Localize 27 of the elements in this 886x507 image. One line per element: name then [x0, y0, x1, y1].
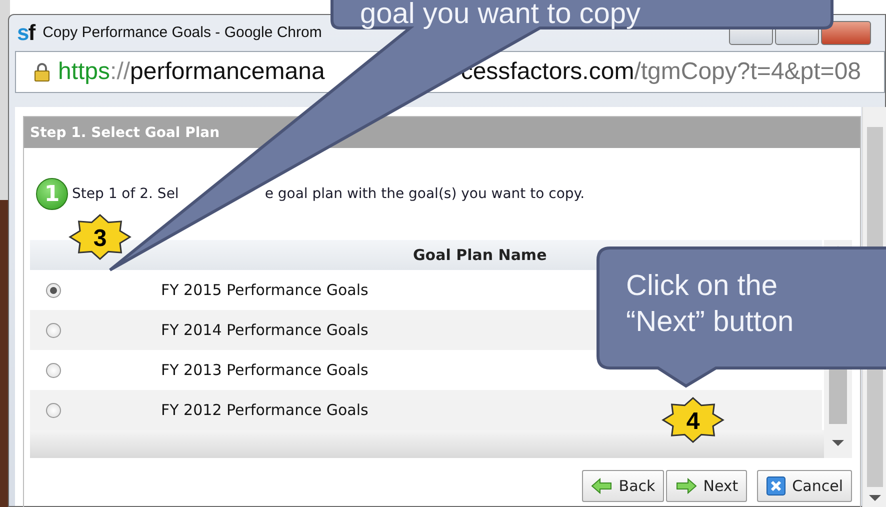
plan-name: FY 2014 Performance Goals: [161, 320, 368, 341]
app-logo: sf: [17, 22, 35, 44]
radio-button[interactable]: [46, 282, 61, 298]
plan-name: FY 2015 Performance Goals: [161, 280, 368, 301]
radio-button[interactable]: [46, 402, 61, 418]
radio-button[interactable]: [46, 322, 61, 338]
next-button[interactable]: Next: [666, 470, 748, 502]
scroll-down-icon[interactable]: [832, 440, 844, 446]
step-number-icon: 1: [36, 178, 68, 210]
left-arrow-icon: [590, 478, 613, 494]
url-text: https://performancemana cessfactors.com/tgmCopy?t=4&pt=08: [58, 57, 862, 87]
panel-title: Step 1. Select Goal Plan: [30, 125, 220, 141]
callout-text: goal you want to copy: [360, 0, 641, 32]
table-row[interactable]: FY 2013 Performance Goals: [30, 350, 822, 390]
cancel-button[interactable]: Cancel: [757, 470, 852, 502]
plan-name: FY 2012 Performance Goals: [161, 400, 368, 421]
back-button[interactable]: Back: [582, 470, 664, 502]
window-title: Copy Performance Goals - Google Chrom: [42, 22, 322, 43]
plan-name: FY 2013 Performance Goals: [161, 360, 368, 381]
step-badge: 4: [661, 396, 725, 444]
right-arrow-icon: [675, 478, 698, 494]
lock-icon: [34, 62, 50, 82]
radio-button[interactable]: [46, 362, 61, 378]
instruction-text: Step 1 of 2. Sel e goal plan with the goal(s) you want to copy.: [72, 184, 585, 204]
close-button[interactable]: [821, 21, 871, 45]
close-icon: [766, 476, 786, 496]
scroll-down-icon[interactable]: [869, 495, 881, 501]
